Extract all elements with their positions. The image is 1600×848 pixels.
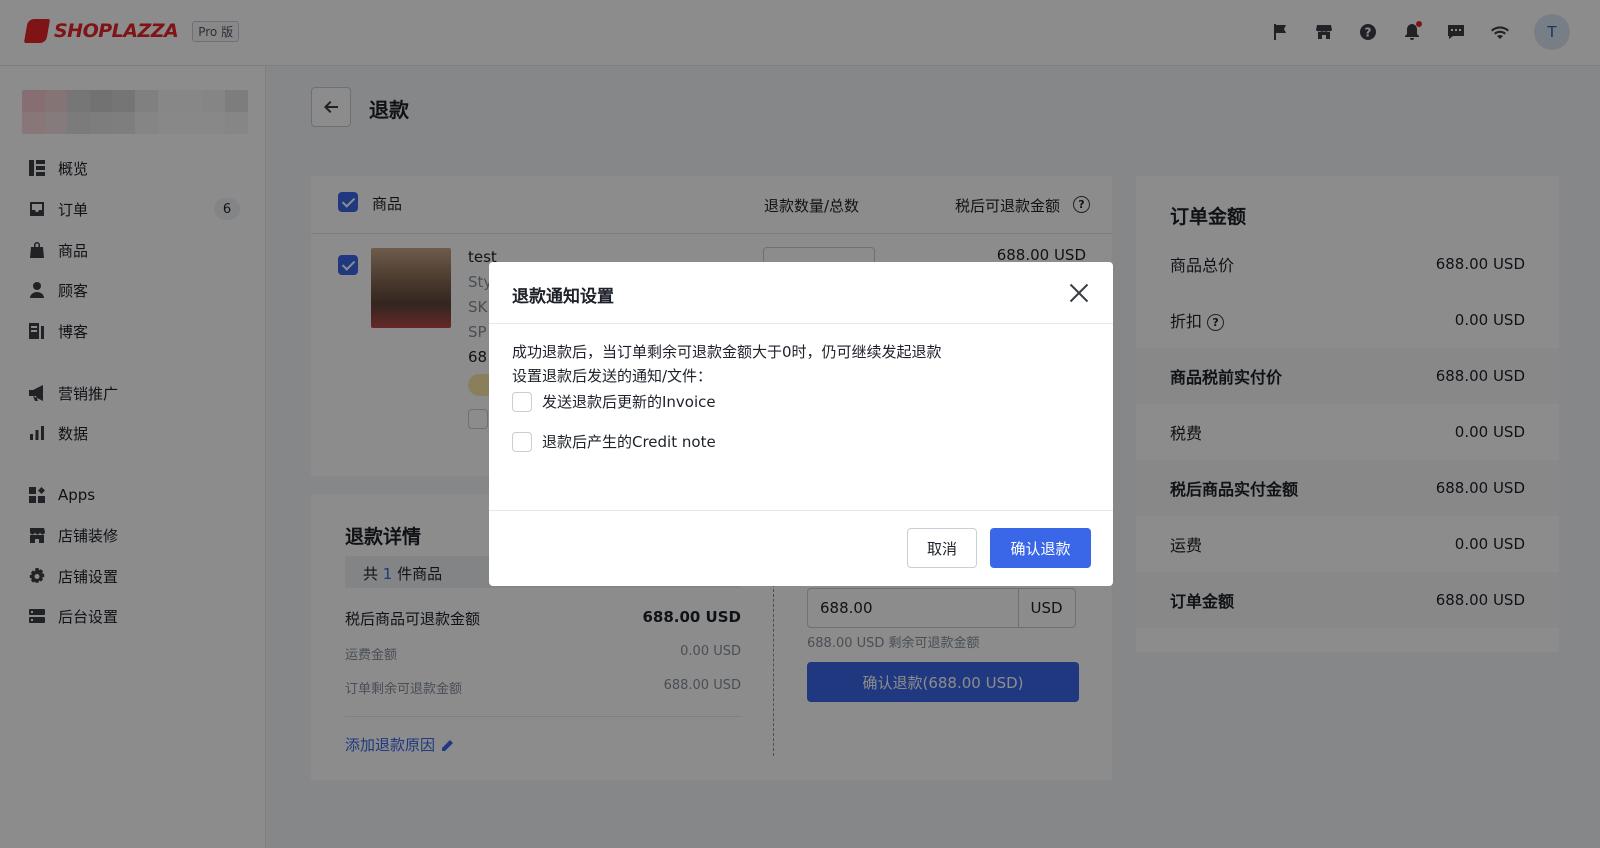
credit-note-option[interactable]: 退款后产生的Credit note	[512, 431, 716, 452]
refund-notification-modal: 退款通知设置 成功退款后，当订单剩余可退款金额大于0时，仍可继续发起退款 设置退…	[489, 262, 1113, 586]
modal-info-text: 成功退款后，当订单剩余可退款金额大于0时，仍可继续发起退款	[512, 343, 942, 361]
modal-title: 退款通知设置	[512, 287, 614, 307]
credit-note-checkbox[interactable]	[512, 431, 532, 452]
confirm-refund-modal-button[interactable]: 确认退款	[990, 528, 1091, 568]
cancel-button[interactable]: 取消	[907, 528, 977, 568]
send-invoice-checkbox[interactable]	[512, 391, 532, 412]
credit-note-label: 退款后产生的Credit note	[542, 433, 716, 451]
send-invoice-label: 发送退款后更新的Invoice	[542, 393, 716, 411]
modal-header: 退款通知设置	[489, 262, 1113, 324]
send-invoice-option[interactable]: 发送退款后更新的Invoice	[512, 391, 716, 412]
modal-footer-divider	[489, 510, 1113, 511]
close-icon[interactable]	[1067, 281, 1091, 305]
modal-instruction-text: 设置退款后发送的通知/文件：	[512, 367, 713, 385]
